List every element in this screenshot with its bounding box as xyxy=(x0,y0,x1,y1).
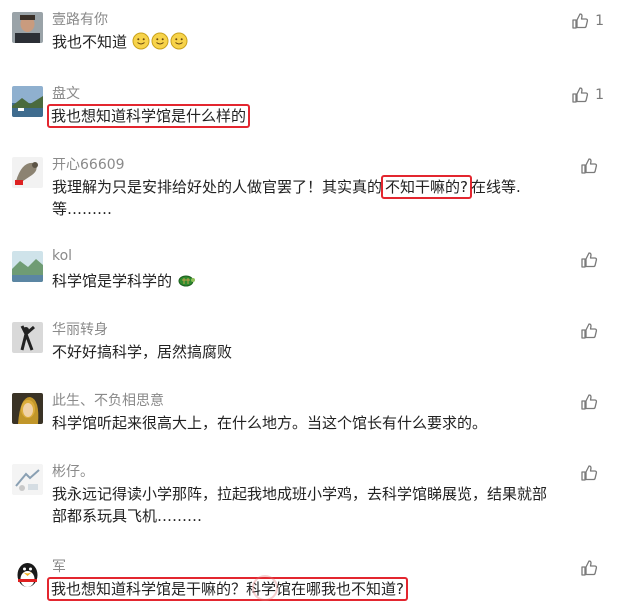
like-button[interactable] xyxy=(580,156,604,176)
highlighted-text: 不知干嘛的? xyxy=(381,175,472,199)
like-button[interactable]: 1 xyxy=(571,85,604,105)
comment-author[interactable]: kol xyxy=(52,248,72,264)
like-button[interactable]: 1 xyxy=(571,11,604,31)
comment-text: 不好好搞科学，居然搞腐败 xyxy=(52,343,233,361)
like-button[interactable] xyxy=(580,392,604,412)
comment-text: 科学馆是学科学的 xyxy=(52,270,604,292)
smile-emoji-icon xyxy=(132,32,150,50)
like-button[interactable] xyxy=(580,463,604,483)
avatar[interactable] xyxy=(12,251,43,282)
comment-author[interactable]: 开心66609 xyxy=(52,154,125,174)
like-button[interactable] xyxy=(580,558,604,578)
smile-emoji-icon xyxy=(151,32,169,50)
thumbs-up-icon xyxy=(581,394,598,410)
thumbs-up-icon xyxy=(581,323,598,339)
comment-text: 我也想知道科学馆是什么样的 xyxy=(47,104,600,128)
thumbs-up-icon xyxy=(572,13,589,29)
avatar[interactable] xyxy=(12,86,43,117)
like-button[interactable] xyxy=(580,250,604,270)
thumbs-up-icon xyxy=(581,560,598,576)
like-count: 1 xyxy=(595,87,604,103)
avatar[interactable] xyxy=(12,322,43,353)
thumbs-up-icon xyxy=(581,465,598,481)
turtle-emoji-icon xyxy=(178,275,195,287)
comment-author[interactable]: 华丽转身 xyxy=(52,319,108,339)
avatar[interactable] xyxy=(12,393,43,424)
avatar[interactable] xyxy=(12,559,43,590)
comment-author[interactable]: 壹路有你 xyxy=(52,9,108,29)
thumbs-up-icon xyxy=(581,252,598,268)
comment-author[interactable]: 此生、不负相思意 xyxy=(52,390,164,410)
watermark xyxy=(252,575,432,601)
thumbs-up-icon xyxy=(581,158,598,174)
avatar[interactable] xyxy=(12,464,43,495)
highlighted-text: 我也想知道科学馆是什么样的 xyxy=(47,104,251,128)
avatar[interactable] xyxy=(12,12,43,43)
comment-text: 我永远记得读小学那阵，拉起我地成班小学鸡，去科学馆睇展览，结果就部 部都系玩具飞… xyxy=(52,485,548,525)
comment-text: 科学馆听起来很高大上，在什么地方。当这个馆长有什么要求的。 xyxy=(52,414,488,432)
comment-author[interactable]: 军 xyxy=(52,556,66,576)
thumbs-up-icon xyxy=(572,87,589,103)
watermark-logo-icon xyxy=(252,575,278,601)
smile-emoji-icon xyxy=(170,32,188,50)
avatar[interactable] xyxy=(12,157,43,188)
like-count: 1 xyxy=(595,13,604,29)
comment-text: 我也不知道 xyxy=(52,31,604,53)
comment-author[interactable]: 彬仔。 xyxy=(52,461,94,481)
comment-author[interactable]: 盘文 xyxy=(52,83,80,103)
like-button[interactable] xyxy=(580,321,604,341)
comment-text: 我理解为只是安排给好处的人做官罢了！其实真的 不知干嘛的? 在线等. 等……… xyxy=(52,175,604,220)
